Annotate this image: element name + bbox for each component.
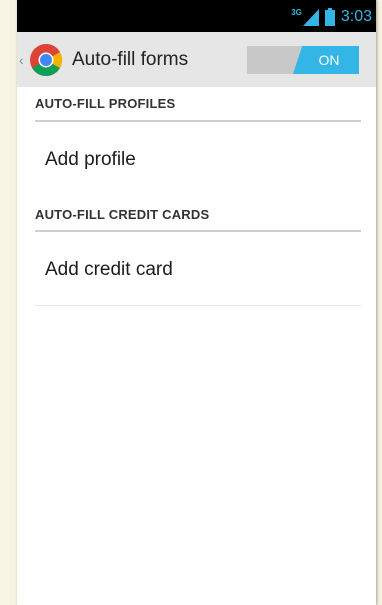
signal-icon — [302, 8, 319, 26]
battery-icon — [324, 8, 335, 26]
add-credit-card-item[interactable]: Add credit card — [17, 235, 376, 305]
status-bar: 3G 3:03 — [17, 0, 376, 32]
settings-screen: 3G 3:03 ‹ Auto-fill forms ON AUTO-FILL P… — [17, 0, 376, 605]
add-profile-item[interactable]: Add profile — [17, 125, 376, 195]
status-icons: 3G 3:03 — [291, 7, 372, 27]
section-header-credit-cards: AUTO-FILL CREDIT CARDS — [35, 207, 210, 222]
network-type-label: 3G — [291, 7, 302, 17]
add-profile-label: Add profile — [45, 149, 136, 170]
section-divider — [35, 120, 361, 122]
list-divider — [35, 305, 361, 306]
action-bar: ‹ Auto-fill forms ON — [17, 32, 376, 87]
clock: 3:03 — [340, 8, 372, 25]
toggle-state-label: ON — [318, 52, 340, 68]
section-header-profiles: AUTO-FILL PROFILES — [35, 96, 176, 111]
autofill-toggle[interactable]: ON — [247, 46, 359, 74]
chrome-logo-icon — [30, 43, 63, 76]
section-divider — [35, 230, 361, 232]
add-credit-card-label: Add credit card — [45, 259, 173, 280]
page-title: Auto-fill forms — [72, 49, 189, 70]
up-caret-icon: ‹ — [19, 51, 24, 68]
